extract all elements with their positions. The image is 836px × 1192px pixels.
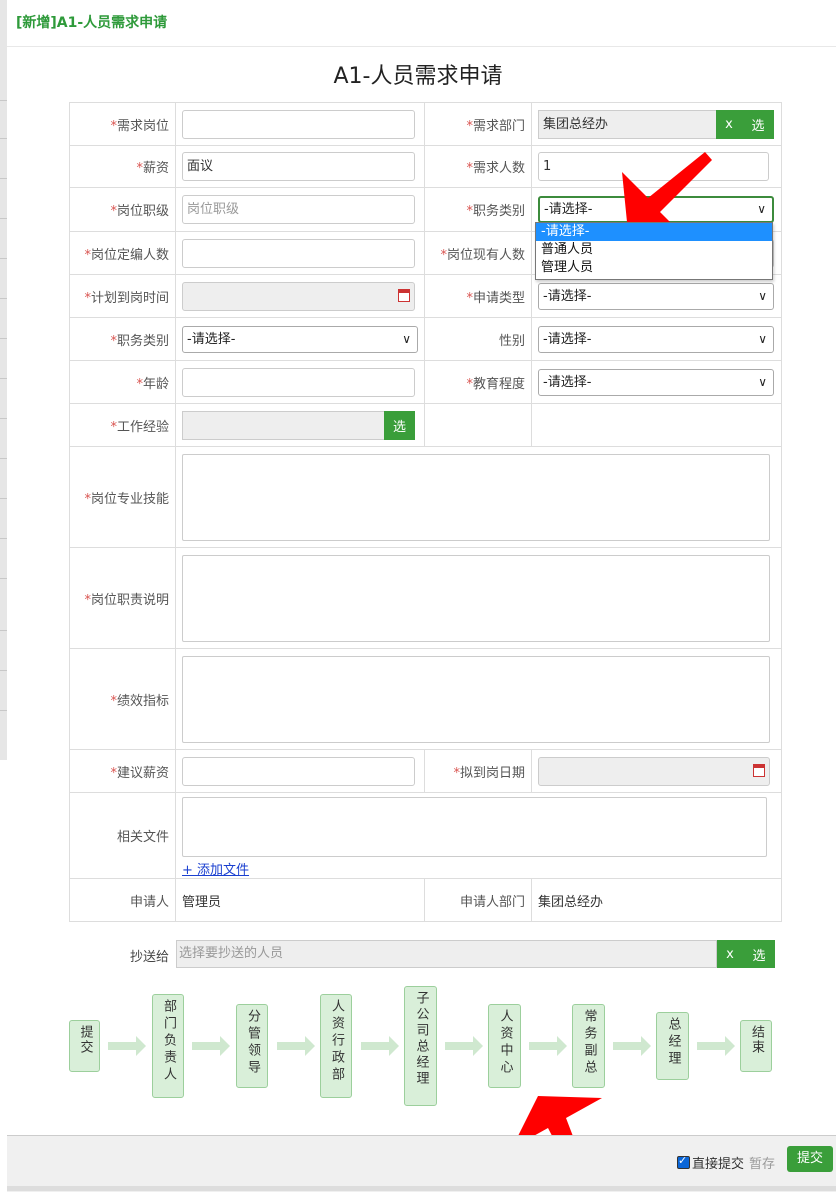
checkbox-icon[interactable] <box>677 1154 690 1169</box>
dropdown-option[interactable]: -请选择- <box>536 223 772 241</box>
direct-submit-label: 直接提交 <box>692 1157 745 1172</box>
submit-button[interactable]: 提交 <box>787 1146 833 1172</box>
dialog-footer: 直接提交 暂存 提交 <box>7 1135 836 1192</box>
dropdown-option[interactable]: 普通人员 <box>536 241 772 259</box>
dropdown-option[interactable]: 管理人员 <box>536 259 772 277</box>
direct-submit-checkbox[interactable]: 直接提交 <box>677 1153 744 1172</box>
duty-type-dropdown: -请选择- 普通人员 管理人员 <box>535 222 773 280</box>
bottom-strip <box>7 1186 836 1191</box>
draft-button[interactable]: 暂存 <box>749 1153 775 1172</box>
annotation-arrows <box>512 152 712 1190</box>
